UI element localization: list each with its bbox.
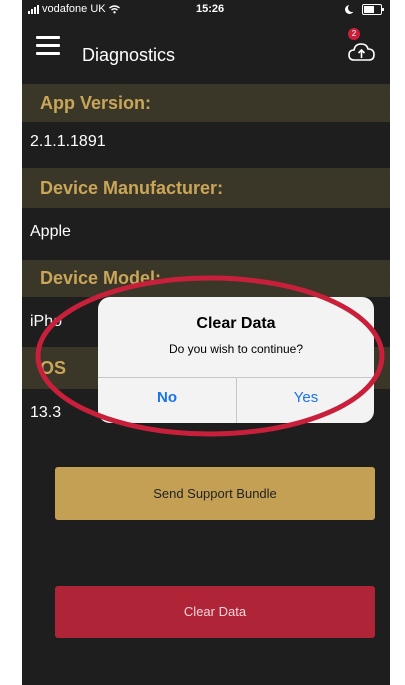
app-screen: vodafone UK 15:26 Diagnostics 2 App Vers…: [22, 0, 390, 685]
moon-icon: [345, 4, 356, 14]
row-value: 13.3: [30, 404, 62, 421]
page-title: Diagnostics: [82, 45, 176, 65]
signal-icon: [28, 4, 39, 14]
dialog-no-button[interactable]: No: [98, 378, 236, 423]
upload-button[interactable]: 2: [348, 28, 376, 66]
confirm-dialog: Clear Data Do you wish to continue? No Y…: [98, 297, 374, 423]
menu-icon[interactable]: [36, 36, 60, 56]
wifi-icon: [108, 4, 120, 13]
upload-badge: 2: [348, 28, 360, 40]
dialog-yes-button[interactable]: Yes: [237, 378, 374, 423]
carrier-group: vodafone UK: [28, 3, 120, 15]
row-value: iPho: [30, 313, 63, 330]
app-header: Diagnostics 2: [22, 28, 390, 84]
row-label: App Version:: [22, 84, 390, 122]
row-label: Device Model:: [22, 260, 390, 297]
row-value: 2.1.1.1891: [30, 133, 106, 150]
send-support-bundle-button[interactable]: Send Support Bundle: [55, 467, 375, 520]
row-label: Device Manufacturer:: [22, 168, 390, 208]
status-icons: [345, 4, 384, 15]
status-bar: vodafone UK 15:26: [22, 0, 390, 20]
dialog-message: Do you wish to continue?: [168, 342, 304, 356]
battery-icon: [362, 4, 384, 15]
row-value: Apple: [30, 223, 71, 240]
status-time: 15:26: [196, 3, 225, 15]
dialog-title: Clear Data: [196, 315, 276, 332]
carrier-name: vodafone UK: [42, 3, 106, 15]
clear-data-button[interactable]: Clear Data: [55, 586, 375, 638]
